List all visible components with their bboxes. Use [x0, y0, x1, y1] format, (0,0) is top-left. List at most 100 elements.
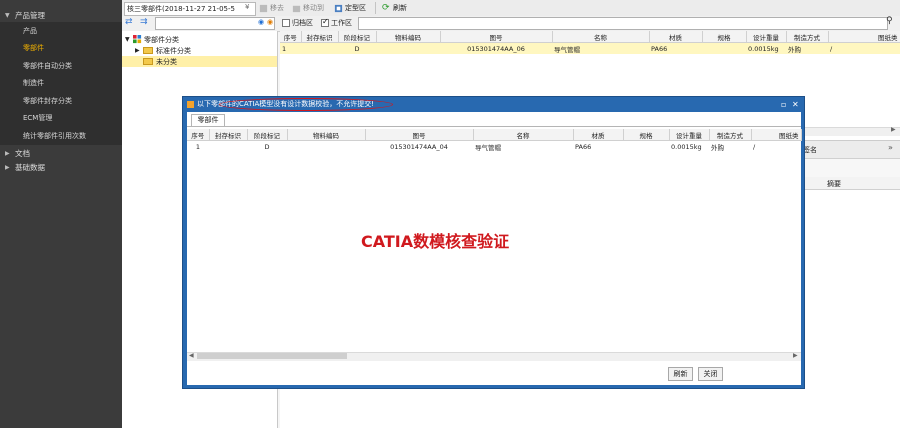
maximize-icon[interactable]: ▫: [781, 97, 786, 112]
sidebar-section-docs[interactable]: ▶ 文档: [0, 147, 122, 161]
sidebar-item-manufactured[interactable]: 制造件: [0, 75, 122, 93]
tree-node-root[interactable]: ▼ 零部件分类: [122, 34, 277, 45]
cell: 1: [195, 142, 201, 151]
column-header[interactable]: 图号: [365, 129, 474, 141]
column-header[interactable]: 摘要: [827, 179, 841, 189]
column-header[interactable]: 阶段标记: [338, 31, 377, 43]
checkbox-archive[interactable]: [282, 19, 290, 27]
cell: 外购: [711, 143, 724, 152]
cell: /: [828, 42, 852, 54]
sync-icon[interactable]: ⇄: [125, 17, 133, 27]
move-to-button[interactable]: 移动到: [292, 2, 324, 14]
sidebar-item-parts[interactable]: 零部件: [0, 40, 122, 58]
work-zone-checkbox[interactable]: 工作区: [321, 17, 352, 28]
column-header[interactable]: 序号: [187, 129, 210, 141]
cell: [773, 141, 801, 153]
document-tab[interactable]: 核三零部件(2018-11-27 21-05-5: [124, 2, 256, 16]
refresh-button[interactable]: ⟳ 刷新: [382, 2, 407, 14]
tree-node-label: 标准件分类: [156, 46, 191, 55]
tree-node-standard[interactable]: ▶ 标准件分类: [122, 45, 277, 56]
tree-search-input[interactable]: [155, 17, 275, 30]
sidebar-section-label: 产品管理: [15, 10, 45, 20]
detail-tab-signature[interactable]: 签名: [803, 145, 817, 155]
dialog-body: 零部件 序号 封存标识 阶段标记 物料编码 图号 名称 材质 规格 设计重量 制…: [187, 112, 802, 385]
remove-button[interactable]: 移去: [259, 2, 284, 14]
sidebar-item-label: 产品: [23, 26, 37, 35]
archive-zone-label: 归档区: [292, 19, 313, 27]
sidebar-item-ecm[interactable]: ECM管理: [0, 110, 122, 128]
column-header[interactable]: 图纸类: [751, 129, 802, 141]
grid-search-input[interactable]: [358, 17, 888, 30]
collapse-panel-icon[interactable]: »: [888, 143, 893, 152]
cell: 导气管帽: [552, 42, 649, 54]
sidebar-section-product[interactable]: ▼ 产品管理: [0, 8, 122, 22]
tree-node-label: 零部件分类: [144, 35, 179, 44]
column-header[interactable]: 材质: [573, 129, 624, 141]
close-icon[interactable]: ✕: [792, 97, 799, 112]
detail-panel: 签名 » 摘要: [800, 140, 900, 429]
column-header[interactable]: 封存标识: [301, 31, 339, 43]
tree-expand-icon[interactable]: ⇉: [140, 17, 148, 27]
scroll-right-icon[interactable]: ▶: [793, 352, 798, 359]
sidebar-item-auto-classify[interactable]: 零部件自动分类: [0, 57, 122, 75]
finalize-icon: [334, 4, 343, 12]
expand-down-icon: ▼: [5, 11, 10, 19]
tree-node-unclassified[interactable]: 未分类: [122, 56, 277, 67]
sidebar-item-archived-classify[interactable]: 零部件封存分类: [0, 92, 122, 110]
column-header[interactable]: 设计重量: [669, 129, 710, 141]
column-header[interactable]: 制造方式: [786, 31, 829, 43]
dialog-refresh-button[interactable]: 刷新: [668, 367, 693, 381]
detail-header-row: 摘要: [800, 177, 900, 190]
checkbox-work[interactable]: [321, 17, 329, 27]
search-icon-left[interactable]: ◉: [258, 18, 264, 26]
finalize-zone-button[interactable]: 定型区: [334, 2, 366, 14]
column-header[interactable]: 封存标识: [209, 129, 248, 141]
column-header[interactable]: 材质: [649, 31, 703, 43]
column-header[interactable]: 图号: [440, 31, 553, 43]
column-header[interactable]: 图纸类: [828, 31, 900, 43]
refresh-icon: ⟳: [382, 2, 390, 13]
search-icon-right[interactable]: ◉: [267, 18, 273, 26]
column-header[interactable]: 阶段标记: [247, 129, 288, 141]
cell: 0.0015kg: [671, 142, 702, 151]
column-header[interactable]: 设计重量: [746, 31, 787, 43]
column-header[interactable]: 规格: [702, 31, 747, 43]
sidebar-section-label: 文档: [15, 149, 30, 158]
dropdown-icon[interactable]: ¥: [245, 3, 249, 11]
column-header[interactable]: 制造方式: [709, 129, 752, 141]
cell: 外购: [786, 42, 828, 54]
sidebar-item-product[interactable]: 产品: [0, 22, 122, 40]
table-header-row: 序号 封存标识 阶段标记 物料编码 图号 名称 材质 规格 设计重量 制造方式 …: [187, 129, 802, 141]
catia-verification-annotation: CATIA数模核查验证: [361, 232, 510, 251]
column-header[interactable]: 名称: [473, 129, 574, 141]
archive-zone-checkbox[interactable]: 归档区: [282, 18, 313, 28]
sidebar-item-label: 制造件: [23, 79, 44, 88]
scroll-right-icon[interactable]: ▶: [891, 126, 896, 133]
sidebar-item-reference-stats[interactable]: 统计零部件引用次数: [0, 127, 122, 145]
search-icon[interactable]: ⚲: [886, 16, 893, 26]
cell: [623, 141, 669, 153]
document-tab-label: 核三零部件(2018-11-27 21-05-5: [127, 5, 235, 13]
expand-right-icon: ▶: [5, 150, 10, 157]
folder-icon: [143, 58, 153, 65]
column-header[interactable]: 序号: [280, 31, 302, 43]
table-row[interactable]: 1 D 015301474AA_04 导气管帽 PA66 0.0015kg 外购…: [187, 141, 801, 153]
table-row[interactable]: 1 D 015301474AA_06 导气管帽 PA66 0.0015kg 外购…: [280, 42, 900, 54]
tab-parts[interactable]: 零部件: [191, 114, 225, 126]
column-header[interactable]: 物料编码: [287, 129, 366, 141]
scroll-left-icon[interactable]: ◀: [189, 352, 194, 359]
column-header[interactable]: 规格: [623, 129, 670, 141]
cell: PA66: [649, 42, 702, 54]
scrollbar-thumb[interactable]: [197, 353, 347, 359]
expand-right-icon: ▶: [5, 164, 10, 171]
title-highlight-ellipse: [219, 98, 393, 111]
dialog-close-button[interactable]: 关闭: [698, 367, 723, 381]
column-header[interactable]: 物料编码: [376, 31, 441, 43]
category-icon: [133, 35, 142, 44]
sidebar-section-base[interactable]: ▶ 基础数据: [0, 161, 122, 175]
parts-table: 序号 封存标识 阶段标记 物料编码 图号 名称 材质 规格 设计重量 制造方式 …: [280, 31, 900, 54]
detail-toolbar: [800, 159, 900, 177]
cell: [852, 42, 900, 54]
button-label: 关闭: [703, 370, 718, 378]
column-header[interactable]: 名称: [552, 31, 650, 43]
